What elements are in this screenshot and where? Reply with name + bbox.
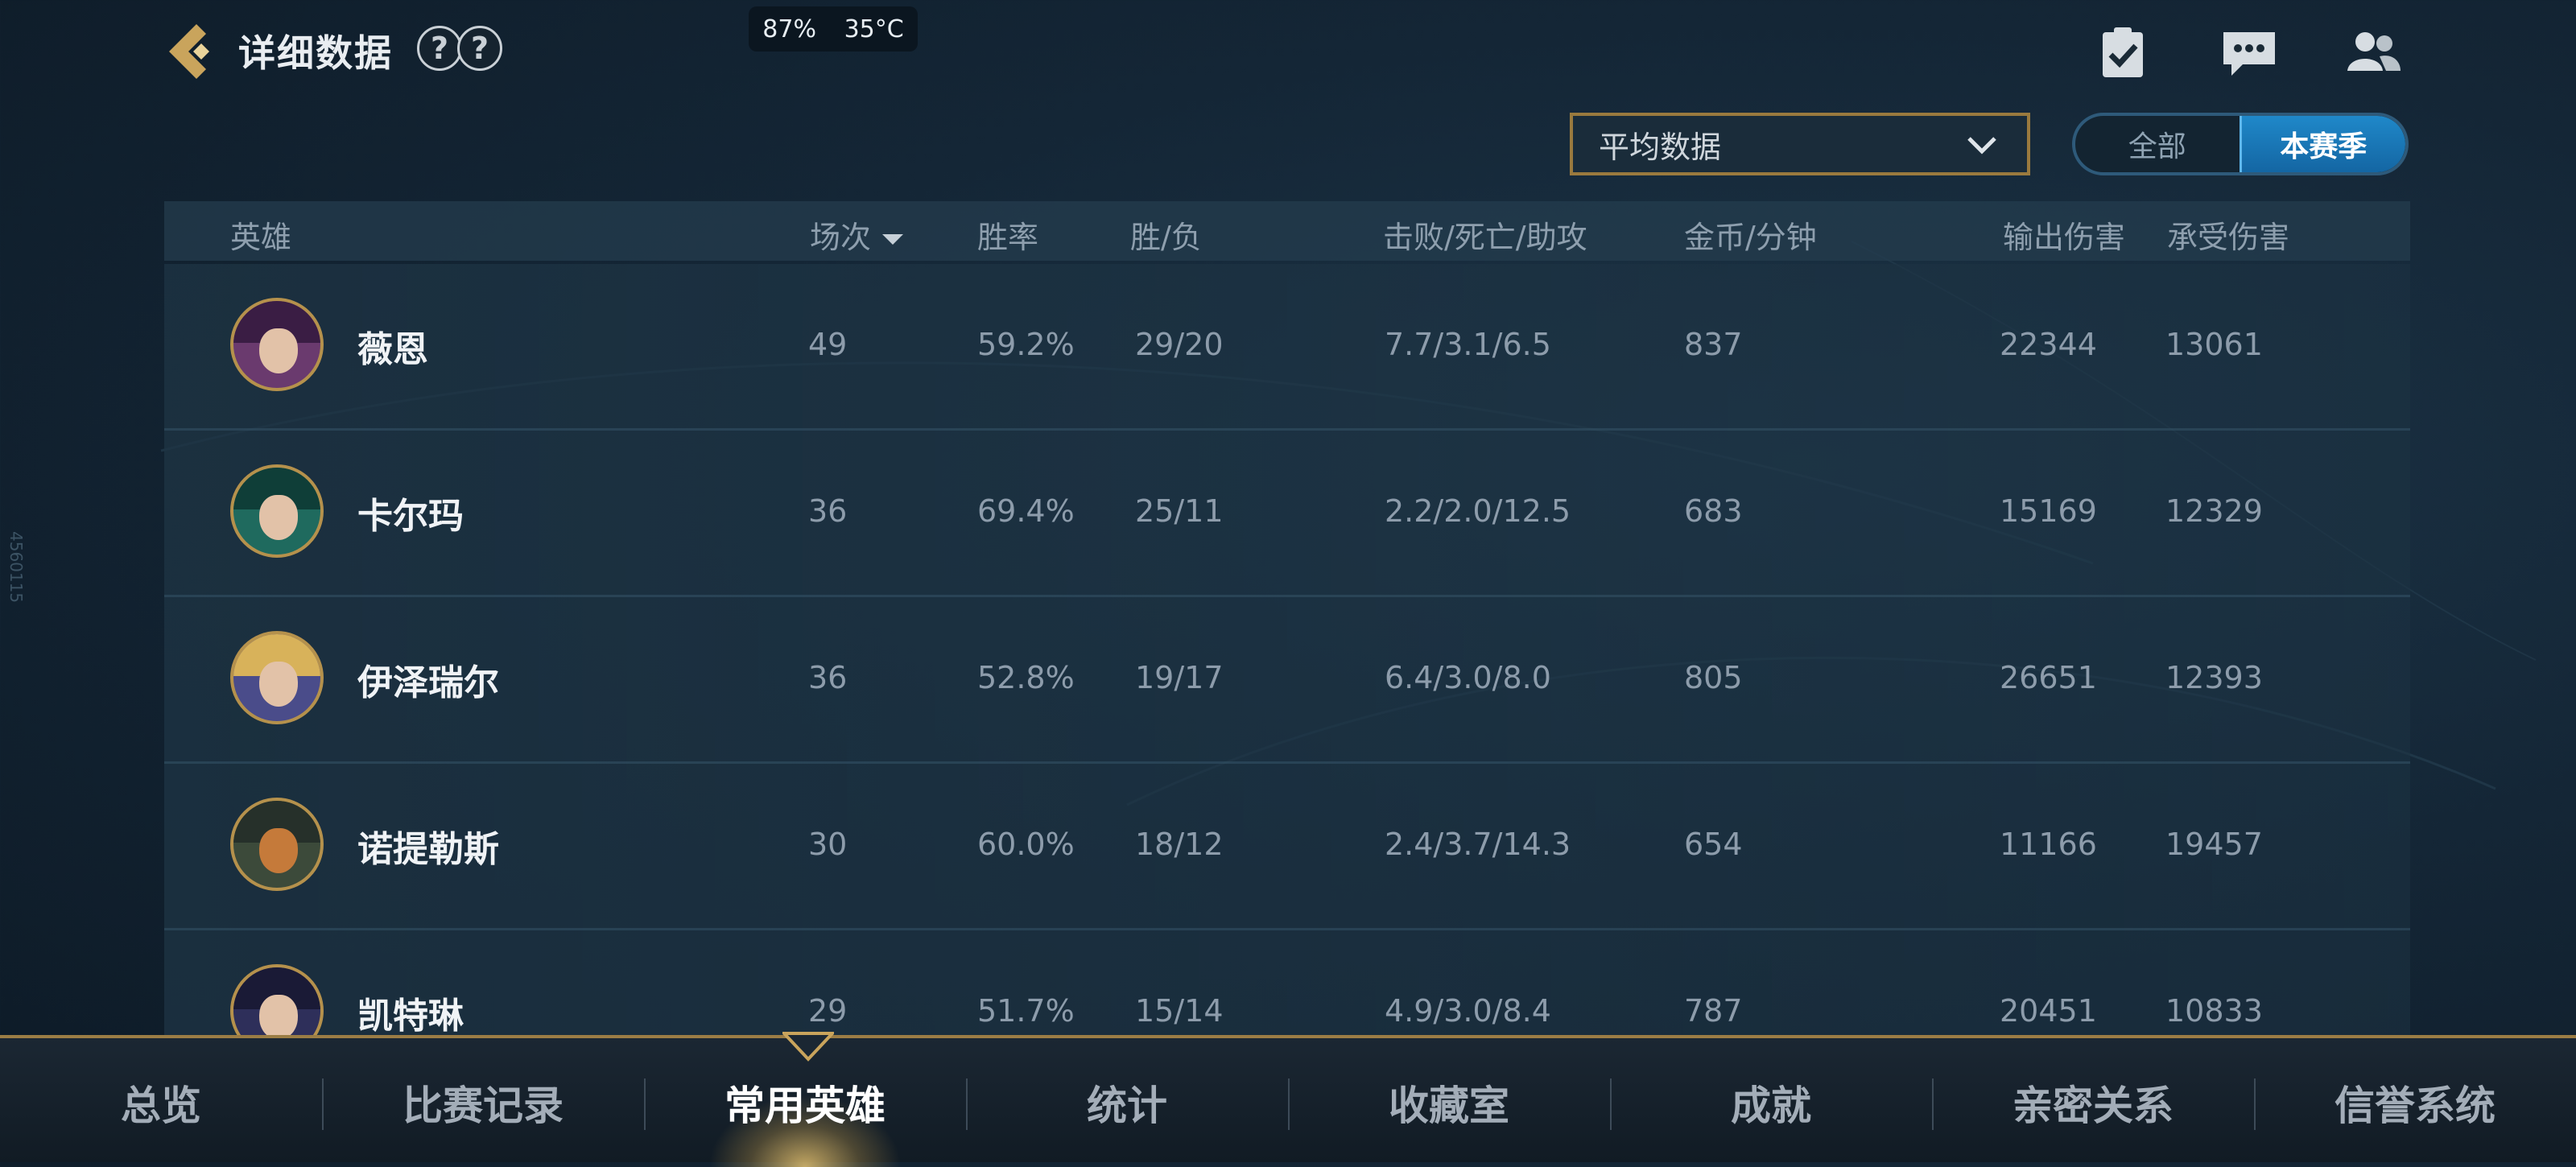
hero-stats-list: 薇恩 49 59.2% 29/20 7.7/3.1/6.5 837 22344 … xyxy=(164,264,2410,1037)
hero-name: 伊泽瑞尔 xyxy=(357,662,499,703)
table-row[interactable]: 薇恩 49 59.2% 29/20 7.7/3.1/6.5 837 22344 … xyxy=(164,264,2410,431)
nav-relationships[interactable]: 亲密关系 xyxy=(1932,1074,2254,1132)
win-loss-value: 29/20 xyxy=(1135,327,1224,362)
hero-avatar xyxy=(230,464,324,558)
games-value: 30 xyxy=(808,827,848,862)
games-value: 36 xyxy=(808,493,848,529)
help-icon[interactable]: ? xyxy=(457,26,502,71)
chat-button[interactable] xyxy=(2219,24,2280,80)
col-games: 场次 xyxy=(810,220,872,255)
active-tab-indicator-icon xyxy=(782,1032,834,1062)
stat-type-dropdown[interactable]: 平均数据 xyxy=(1570,113,2030,175)
gold-per-min-value: 654 xyxy=(1684,827,1743,862)
damage-taken-value: 19457 xyxy=(2165,827,2263,862)
task-check-button[interactable] xyxy=(2093,24,2154,80)
col-kda: 击败/死亡/助攻 xyxy=(1383,220,1587,255)
friends-icon xyxy=(2347,32,2401,71)
nav-honor-system[interactable]: 信誉系统 xyxy=(2254,1074,2576,1132)
damage-taken-value: 12329 xyxy=(2165,493,2263,529)
hero-avatar xyxy=(230,964,324,1037)
nav-match-history[interactable]: 比赛记录 xyxy=(322,1074,644,1132)
nav-overview[interactable]: 总览 xyxy=(0,1074,322,1132)
hero-avatar xyxy=(230,798,324,891)
winrate-value: 52.8% xyxy=(977,660,1075,695)
col-hero: 英雄 xyxy=(230,220,292,255)
gold-per-min-value: 837 xyxy=(1684,327,1743,362)
nav-collection[interactable]: 收藏室 xyxy=(1288,1074,1610,1132)
col-games-sortable[interactable]: 场次 xyxy=(810,212,904,257)
damage-dealt-value: 11166 xyxy=(2000,827,2097,862)
col-damage-taken: 承受伤害 xyxy=(2167,220,2290,255)
damage-dealt-value: 26651 xyxy=(2000,660,2097,695)
col-damage-dealt: 输出伤害 xyxy=(2003,220,2126,255)
sort-desc-icon xyxy=(882,234,904,245)
kda-value: 7.7/3.1/6.5 xyxy=(1385,327,1551,362)
hero-name: 卡尔玛 xyxy=(357,496,464,537)
gold-per-min-value: 683 xyxy=(1684,493,1743,529)
col-gold-per-min: 金币/分钟 xyxy=(1684,220,1817,255)
task-check-icon xyxy=(2103,27,2143,77)
gold-per-min-value: 787 xyxy=(1684,993,1743,1029)
gold-per-min-value: 805 xyxy=(1684,660,1743,695)
help-button-group[interactable]: ? ? xyxy=(417,26,502,71)
winrate-value: 51.7% xyxy=(977,993,1075,1029)
table-row[interactable]: 卡尔玛 36 69.4% 25/11 2.2/2.0/12.5 683 1516… xyxy=(164,431,2410,597)
kda-value: 2.4/3.7/14.3 xyxy=(1385,827,1571,862)
damage-taken-value: 12393 xyxy=(2165,660,2263,695)
help-icon[interactable]: ? xyxy=(417,26,462,71)
watermark-id: 4560115 xyxy=(6,531,26,604)
games-value: 36 xyxy=(808,660,848,695)
nav-achievements[interactable]: 成就 xyxy=(1610,1074,1932,1132)
win-loss-value: 19/17 xyxy=(1135,660,1224,695)
chevron-down-icon xyxy=(1967,137,1996,155)
damage-dealt-value: 15169 xyxy=(2000,493,2097,529)
friends-button[interactable] xyxy=(2343,24,2404,80)
damage-taken-value: 10833 xyxy=(2165,993,2263,1029)
hero-avatar xyxy=(230,631,324,724)
kda-value: 2.2/2.0/12.5 xyxy=(1385,493,1571,529)
games-value: 29 xyxy=(808,993,848,1029)
device-temperature: 35°C xyxy=(844,14,904,43)
nav-statistics[interactable]: 统计 xyxy=(966,1074,1288,1132)
chat-icon xyxy=(2223,32,2275,76)
bottom-nav: 总览 比赛记录 常用英雄 统计 收藏室 成就 亲密关系 信誉系统 xyxy=(0,1032,2576,1167)
hero-name: 薇恩 xyxy=(357,329,428,370)
hero-name: 诺提勒斯 xyxy=(357,829,499,870)
winrate-value: 69.4% xyxy=(977,493,1075,529)
nav-frequent-heroes[interactable]: 常用英雄 xyxy=(644,1074,966,1132)
dropdown-value: 平均数据 xyxy=(1599,129,1722,165)
back-button[interactable] xyxy=(161,21,222,82)
winrate-value: 60.0% xyxy=(977,827,1075,862)
table-row[interactable]: 诺提勒斯 30 60.0% 18/12 2.4/3.7/14.3 654 111… xyxy=(164,764,2410,930)
kda-value: 4.9/3.0/8.4 xyxy=(1385,993,1551,1029)
col-winrate: 胜率 xyxy=(977,220,1039,255)
win-loss-value: 15/14 xyxy=(1135,993,1224,1029)
table-row[interactable]: 伊泽瑞尔 36 52.8% 19/17 6.4/3.0/8.0 805 2665… xyxy=(164,597,2410,764)
damage-dealt-value: 20451 xyxy=(2000,993,2097,1029)
games-value: 49 xyxy=(808,327,848,362)
kda-value: 6.4/3.0/8.0 xyxy=(1385,660,1551,695)
battery-level: 87% xyxy=(762,14,816,43)
damage-taken-value: 13061 xyxy=(2165,327,2263,362)
system-status-bar: 87% 35°C xyxy=(749,6,918,52)
win-loss-value: 18/12 xyxy=(1135,827,1224,862)
hero-avatar xyxy=(230,298,324,391)
page-title: 详细数据 xyxy=(238,31,393,75)
toggle-current-season[interactable]: 本赛季 xyxy=(2239,116,2405,172)
damage-dealt-value: 22344 xyxy=(2000,327,2097,362)
win-loss-value: 25/11 xyxy=(1135,493,1224,529)
winrate-value: 59.2% xyxy=(977,327,1075,362)
col-win-loss: 胜/负 xyxy=(1130,220,1202,255)
table-row[interactable]: 凯特琳 29 51.7% 15/14 4.9/3.0/8.4 787 20451… xyxy=(164,930,2410,1037)
back-arrow-icon xyxy=(169,24,209,79)
table-header: 英雄 场次 胜率 胜/负 击败/死亡/助攻 金币/分钟 输出伤害 承受伤害 xyxy=(164,201,2410,261)
season-toggle[interactable]: 全部 本赛季 xyxy=(2072,113,2409,175)
toggle-all[interactable]: 全部 xyxy=(2075,116,2240,172)
hero-name: 凯特琳 xyxy=(357,996,464,1037)
